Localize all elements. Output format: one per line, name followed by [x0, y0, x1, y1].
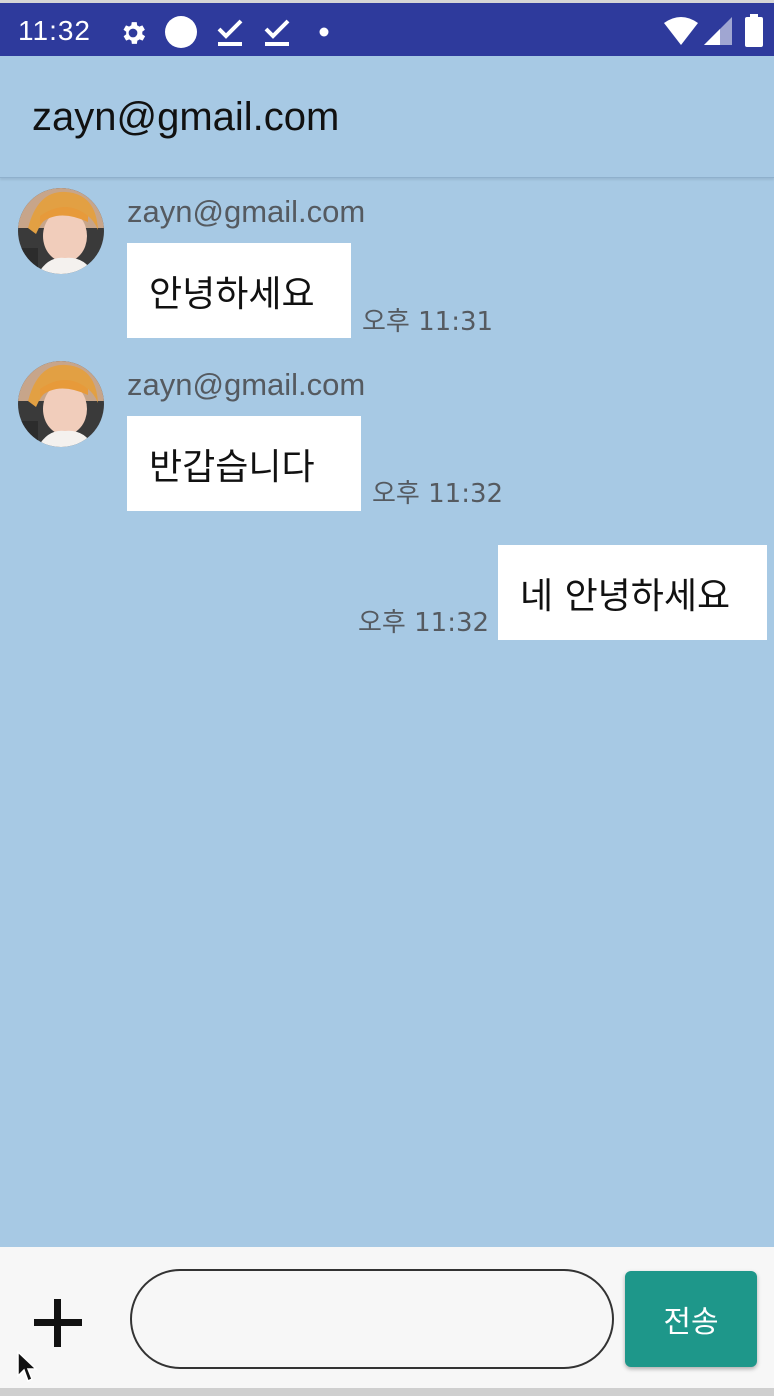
plus-icon[interactable]: [28, 1293, 88, 1353]
message-time: 오후 11:32: [372, 479, 504, 509]
message-bubble-outgoing[interactable]: 네 안녕하세요: [498, 545, 767, 640]
sender-avatar[interactable]: [18, 188, 104, 274]
dot-icon: [319, 27, 329, 37]
status-bar: 11:32: [0, 0, 774, 56]
navigation-bar-edge: [0, 1388, 774, 1396]
message-input-bar: 전송: [0, 1247, 774, 1388]
message-bubble[interactable]: 반갑습니다: [127, 416, 361, 511]
app-bar: zayn@gmail.com: [0, 56, 774, 178]
signal-icon: [704, 17, 732, 45]
message-time: 오후 11:32: [358, 608, 490, 638]
sender-avatar[interactable]: [18, 361, 104, 447]
message-time: 오후 11:31: [362, 307, 494, 337]
download-check-icon: [263, 17, 291, 47]
circle-icon: [165, 16, 197, 48]
wifi-icon: [664, 17, 698, 45]
mouse-cursor-icon: [16, 1350, 38, 1388]
download-check-icon: [216, 17, 244, 47]
battery-icon: [745, 14, 763, 47]
status-time: 11:32: [18, 15, 91, 46]
gear-icon: [118, 18, 148, 48]
message-input[interactable]: [130, 1269, 614, 1369]
sender-name: zayn@gmail.com: [127, 194, 366, 229]
chat-title: zayn@gmail.com: [32, 95, 340, 139]
send-button[interactable]: 전송: [625, 1271, 757, 1367]
chat-screen: 11:32 zayn@gmail.com zayn@gmail.com 안녕하세…: [0, 0, 774, 1396]
sender-name: zayn@gmail.com: [127, 367, 366, 402]
message-bubble[interactable]: 안녕하세요: [127, 243, 351, 338]
